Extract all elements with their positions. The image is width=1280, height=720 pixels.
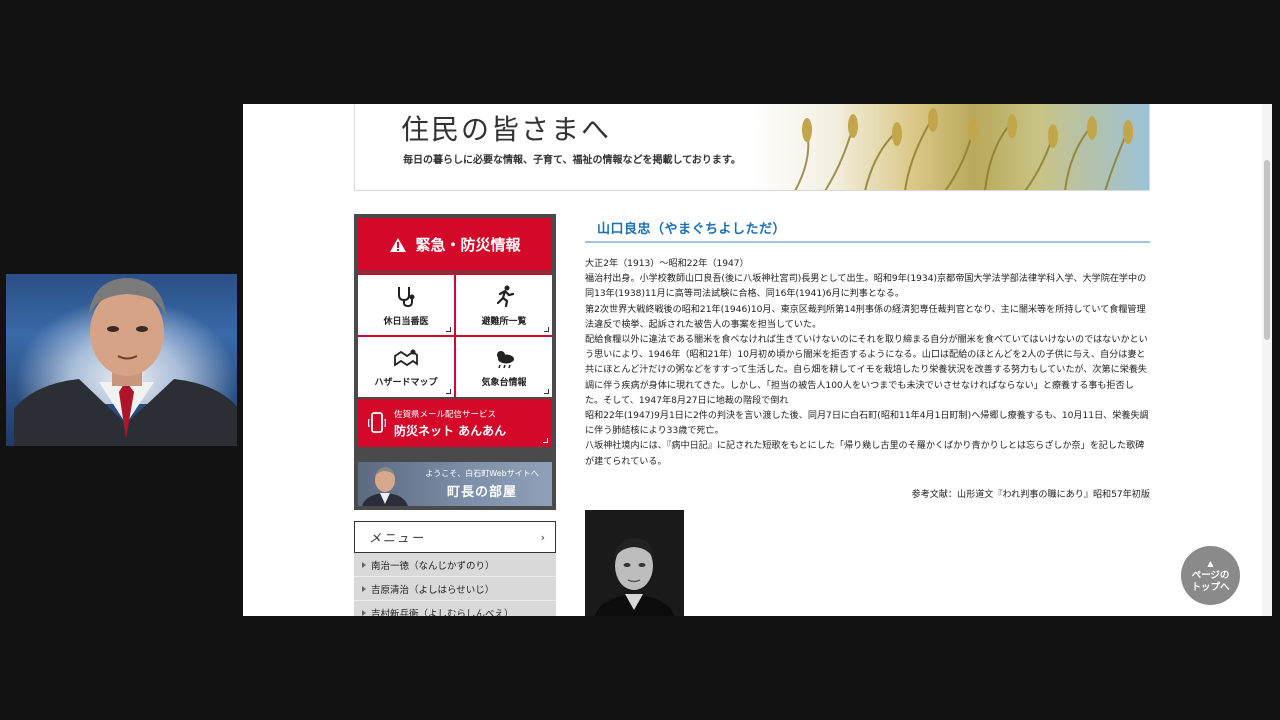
video-inset: [6, 274, 237, 446]
web-page: 住民の皆さまへ 毎日の暮らしに必要な情報、子育て、福祉の情報などを掲載しておりま…: [243, 104, 1272, 616]
mayor-photo: [362, 467, 408, 506]
weather-icon: [497, 350, 514, 368]
mail-service-caption: 佐賀県メール配信サービス: [394, 409, 497, 420]
bullet-arrow-icon: [362, 561, 366, 568]
emergency-panel: 緊急・防災情報 休日当番医 避難所一覧 ハザードマップ 気象台情報 佐賀県メール…: [354, 214, 556, 510]
article-reference: 参考文献：山形道文『われ判事の職にあり』昭和57年初版: [911, 489, 1150, 500]
speaker-video: [14, 278, 237, 446]
map-icon: [394, 349, 418, 367]
mayor-room-link[interactable]: ようこそ、白石町Webサイトへ 町長の部屋: [358, 462, 552, 506]
rice-field-image: [794, 108, 1133, 190]
tile-label: 避難所一覧: [481, 316, 527, 327]
tile-holiday-doctor[interactable]: 休日当番医: [358, 275, 454, 335]
article-paragraph: 第2次世界大戦終戦後の昭和21年(1946)10月、東京区裁判所第14刑事係の経…: [585, 304, 1146, 330]
side-menu: メニュー › 南治一徳（なんじかずのり） 吉原清治（よしはらせいじ） 吉村新兵衛…: [354, 521, 556, 616]
corner-arrow-icon: [446, 327, 451, 332]
mobile-phone-icon: [368, 412, 386, 433]
menu-list: 南治一徳（なんじかずのり） 吉原清治（よしはらせいじ） 吉村新兵衛（よしむらしん…: [354, 553, 556, 616]
corner-arrow-icon: [446, 389, 451, 394]
page-top-label-2: トップへ: [1191, 581, 1230, 593]
menu-item[interactable]: 吉村新兵衛（よしむらしんべえ）: [354, 601, 556, 616]
article-paragraph: 大正2年（1913）～昭和22年（1947）: [585, 259, 749, 269]
chevron-right-icon: ›: [540, 530, 545, 544]
banner-subtitle: 毎日の暮らしに必要な情報、子育て、福祉の情報などを掲載しております。: [403, 155, 741, 166]
menu-header[interactable]: メニュー ›: [354, 521, 556, 553]
article-paragraph: 配給食糧以外に違法である闇米を食べなければ生きていけないのにそれを取り締まる自分…: [585, 335, 1148, 406]
disaster-mail-service[interactable]: 佐賀県メール配信サービス 防災ネット あんあん: [358, 399, 552, 447]
tile-weather-info[interactable]: 気象台情報: [456, 337, 552, 397]
portrait-image: [585, 510, 684, 616]
bullet-arrow-icon: [362, 609, 366, 616]
tile-label: 気象台情報: [481, 377, 527, 388]
menu-item-label: 南治一徳（なんじかずのり）: [371, 560, 495, 572]
menu-item-label: 吉村新兵衛（よしむらしんべえ）: [371, 608, 514, 617]
running-person-icon: [496, 285, 515, 307]
mayor-room-title: 町長の部屋: [446, 485, 517, 500]
banner-title: 住民の皆さまへ: [401, 113, 612, 146]
corner-arrow-icon: [543, 438, 548, 443]
warning-icon: [390, 237, 407, 252]
scrollbar[interactable]: [1262, 104, 1272, 616]
menu-item-label: 吉原清治（よしはらせいじ）: [371, 584, 495, 596]
stethoscope-icon: [398, 286, 415, 307]
tile-label: ハザードマップ: [374, 377, 438, 388]
article: 山口良忠（やまぐちよしただ） 大正2年（1913）～昭和22年（1947） 福治…: [585, 216, 1150, 500]
article-body: 大正2年（1913）～昭和22年（1947） 福治村出身。小学校教師山口良吾(後…: [585, 257, 1150, 470]
emergency-header[interactable]: 緊急・防災情報: [358, 218, 552, 271]
menu-header-label: メニュー: [369, 530, 426, 545]
page-top-button[interactable]: ▲ ページの トップへ: [1181, 546, 1240, 605]
header-banner: 住民の皆さまへ 毎日の暮らしに必要な情報、子育て、福祉の情報などを掲載しておりま…: [354, 104, 1150, 191]
scrollbar-thumb[interactable]: [1264, 160, 1270, 340]
page-top-label-1: ページの: [1191, 569, 1230, 581]
arrow-up-icon: ▲: [1207, 558, 1214, 568]
menu-item[interactable]: 吉原清治（よしはらせいじ）: [354, 577, 556, 601]
mail-service-name: 防災ネット あんあん: [394, 423, 507, 438]
emergency-tiles: 休日当番医 避難所一覧 ハザードマップ 気象台情報: [358, 273, 552, 397]
tile-evacuation-list[interactable]: 避難所一覧: [456, 275, 552, 335]
article-title: 山口良忠（やまぐちよしただ）: [585, 216, 1150, 243]
emergency-header-label: 緊急・防災情報: [415, 236, 521, 254]
bullet-arrow-icon: [362, 585, 366, 592]
corner-arrow-icon: [544, 389, 549, 394]
mayor-caption: ようこそ、白石町Webサイトへ: [425, 469, 539, 478]
tile-label: 休日当番医: [383, 316, 429, 327]
portrait-photo: [585, 510, 684, 616]
menu-item[interactable]: 南治一徳（なんじかずのり）: [354, 553, 556, 577]
article-paragraph: 八坂神社境内には、『病中日記』に記された短歌をもとにした「帰り幾し古里のそ羅かく…: [585, 441, 1145, 467]
article-paragraph: 福治村出身。小学校教師山口良吾(後に八坂神社宮司)長男として出生。昭和9年(19…: [585, 274, 1147, 300]
article-paragraph: 昭和22年(1947)9月1日に2件の判決を言い渡した後、同月7日に白石町(昭和…: [585, 411, 1149, 437]
tile-hazard-map[interactable]: ハザードマップ: [358, 337, 454, 397]
corner-arrow-icon: [544, 327, 549, 332]
